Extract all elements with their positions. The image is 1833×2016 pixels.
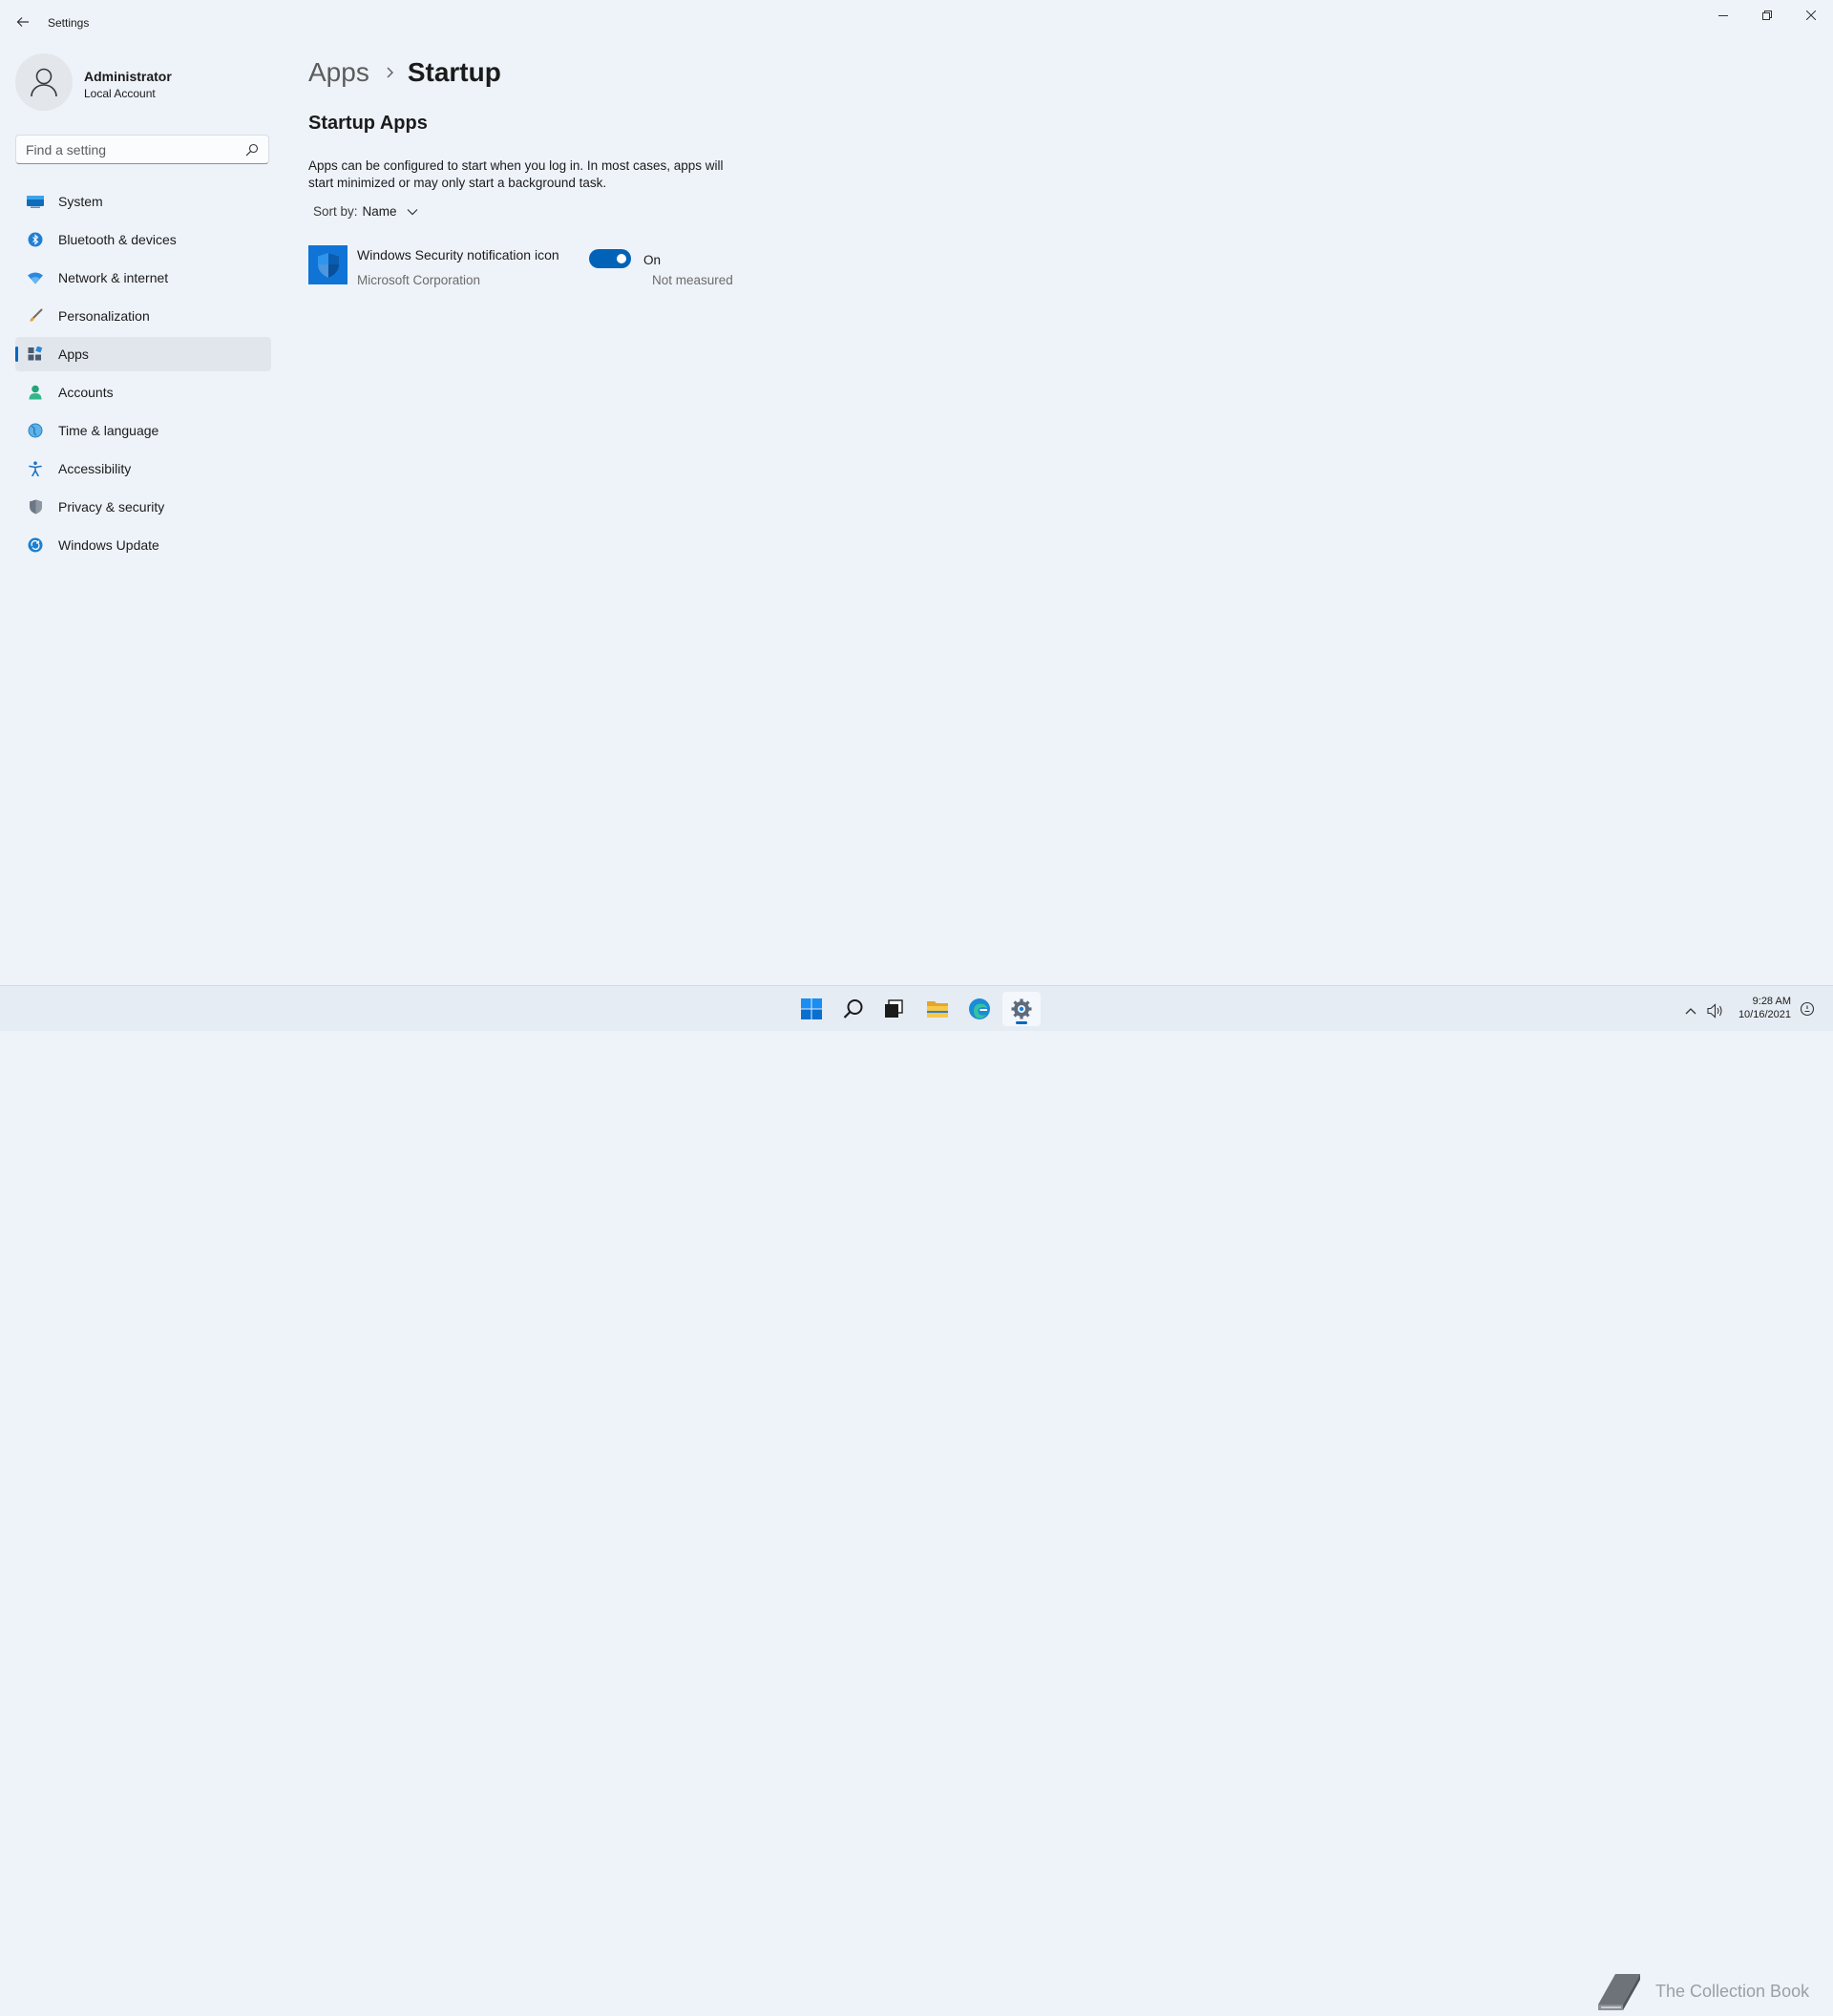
system-icon (26, 192, 45, 211)
app-publisher: Microsoft Corporation (357, 273, 481, 287)
chevron-right-icon (385, 67, 394, 78)
volume-icon[interactable] (1707, 1003, 1724, 1018)
active-app-indicator (1016, 1021, 1027, 1024)
profile-account-type: Local Account (84, 87, 156, 100)
clock-date: 10/16/2021 (1738, 1009, 1791, 1020)
sidebar-item-personalization[interactable]: Personalization (15, 299, 271, 333)
sidebar-item-label: Windows Update (58, 537, 159, 553)
search-icon (843, 999, 863, 1018)
title-bar: Settings (0, 0, 1833, 46)
sidebar-item-label: Network & internet (58, 270, 169, 285)
sidebar-item-label: Time & language (58, 423, 159, 438)
breadcrumb-parent-link[interactable]: Apps (308, 57, 369, 88)
shield-icon (26, 497, 45, 516)
restore-icon (1762, 10, 1772, 20)
sidebar-item-label: Accessibility (58, 461, 132, 476)
settings-taskbar-button[interactable] (1002, 992, 1041, 1026)
sort-label: Sort by: (313, 204, 358, 219)
toggle-state-label: On (643, 253, 662, 267)
brush-icon (26, 306, 45, 326)
accessibility-icon (26, 459, 45, 478)
watermark-text: The Collection Book (1655, 1982, 1810, 2001)
sidebar-item-label: Privacy & security (58, 499, 165, 514)
update-icon (26, 536, 45, 555)
chevron-up-icon[interactable] (1684, 1006, 1697, 1016)
sidebar-item-label: System (58, 194, 103, 209)
sidebar-item-accounts[interactable]: Accounts (15, 375, 271, 410)
sidebar-item-label: Personalization (58, 308, 150, 324)
accounts-icon (26, 383, 45, 402)
search-box[interactable] (15, 135, 269, 164)
sidebar-item-time-language[interactable]: Time & language (15, 413, 271, 448)
toggle-knob (617, 254, 626, 263)
sidebar-nav: System Bluetooth & devices Network & int… (15, 184, 271, 566)
book-icon (1598, 1974, 1640, 2010)
taskbar-search-button[interactable] (834, 992, 873, 1026)
startup-toggle[interactable] (589, 249, 631, 268)
avatar (15, 53, 73, 111)
sidebar-item-label: Bluetooth & devices (58, 232, 177, 247)
bluetooth-icon (26, 230, 45, 249)
close-icon (1806, 10, 1816, 20)
startup-impact: Not measured (652, 273, 733, 287)
settings-icon (1011, 998, 1032, 1019)
apps-icon (26, 345, 45, 364)
back-button[interactable] (11, 10, 34, 33)
restore-button[interactable] (1745, 0, 1789, 31)
section-description: Apps can be configured to start when you… (308, 158, 724, 190)
edge-button[interactable] (960, 992, 999, 1026)
edge-icon (969, 998, 990, 1019)
close-button[interactable] (1789, 0, 1833, 31)
window-title: Settings (48, 16, 90, 30)
sidebar-item-system[interactable]: System (15, 184, 271, 219)
minimize-button[interactable] (1701, 0, 1745, 31)
sidebar-item-network-internet[interactable]: Network & internet (15, 261, 271, 295)
section-title: Startup Apps (308, 113, 428, 134)
task-view-button[interactable] (874, 992, 913, 1026)
startup-app-row: Windows Security notification icon Micro… (308, 244, 767, 294)
profile-name: Administrator (84, 69, 172, 84)
sidebar-item-apps[interactable]: Apps (15, 337, 271, 371)
sidebar-item-label: Apps (58, 346, 89, 362)
file-explorer-icon (927, 1001, 948, 1018)
watermark: The Collection Book (1592, 1968, 1809, 2016)
settings-window: Settings Administrator Local Account Sys… (0, 0, 1833, 985)
windows-security-app-icon (308, 245, 348, 284)
chevron-down-icon (407, 208, 417, 215)
taskbar: The Collection Book 9:28 AM 10/16/2021 (0, 985, 1833, 2010)
sort-dropdown[interactable]: Sort by: Name (313, 204, 418, 219)
file-explorer-button[interactable] (918, 992, 957, 1026)
network-icon (26, 268, 45, 287)
notifications-button[interactable] (1791, 992, 1823, 1026)
sidebar-item-accessibility[interactable]: Accessibility (15, 452, 271, 486)
clock[interactable]: 9:28 AM 10/16/2021 (1732, 995, 1791, 1021)
sidebar-item-bluetooth-devices[interactable]: Bluetooth & devices (15, 222, 271, 257)
sidebar-item-label: Accounts (58, 385, 114, 400)
start-icon (801, 998, 822, 1019)
time-language-icon (26, 421, 45, 440)
sort-value: Name (362, 204, 397, 219)
sidebar-item-windows-update[interactable]: Windows Update (15, 528, 271, 562)
minimize-icon (1718, 15, 1728, 16)
person-icon (31, 68, 57, 97)
breadcrumb: Apps Startup (308, 53, 501, 92)
notification-icon (1800, 1001, 1815, 1017)
page-title: Startup (407, 57, 501, 87)
task-view-icon (885, 999, 903, 1018)
sidebar-item-privacy-security[interactable]: Privacy & security (15, 490, 271, 524)
system-tray (1684, 997, 1724, 1025)
user-profile[interactable]: Administrator Local Account (15, 53, 273, 113)
back-arrow-icon (16, 17, 29, 27)
start-button[interactable] (792, 992, 831, 1026)
clock-time: 9:28 AM (1752, 996, 1791, 1007)
search-icon[interactable] (245, 143, 259, 157)
app-name: Windows Security notification icon (357, 247, 559, 262)
search-input[interactable] (26, 141, 236, 158)
